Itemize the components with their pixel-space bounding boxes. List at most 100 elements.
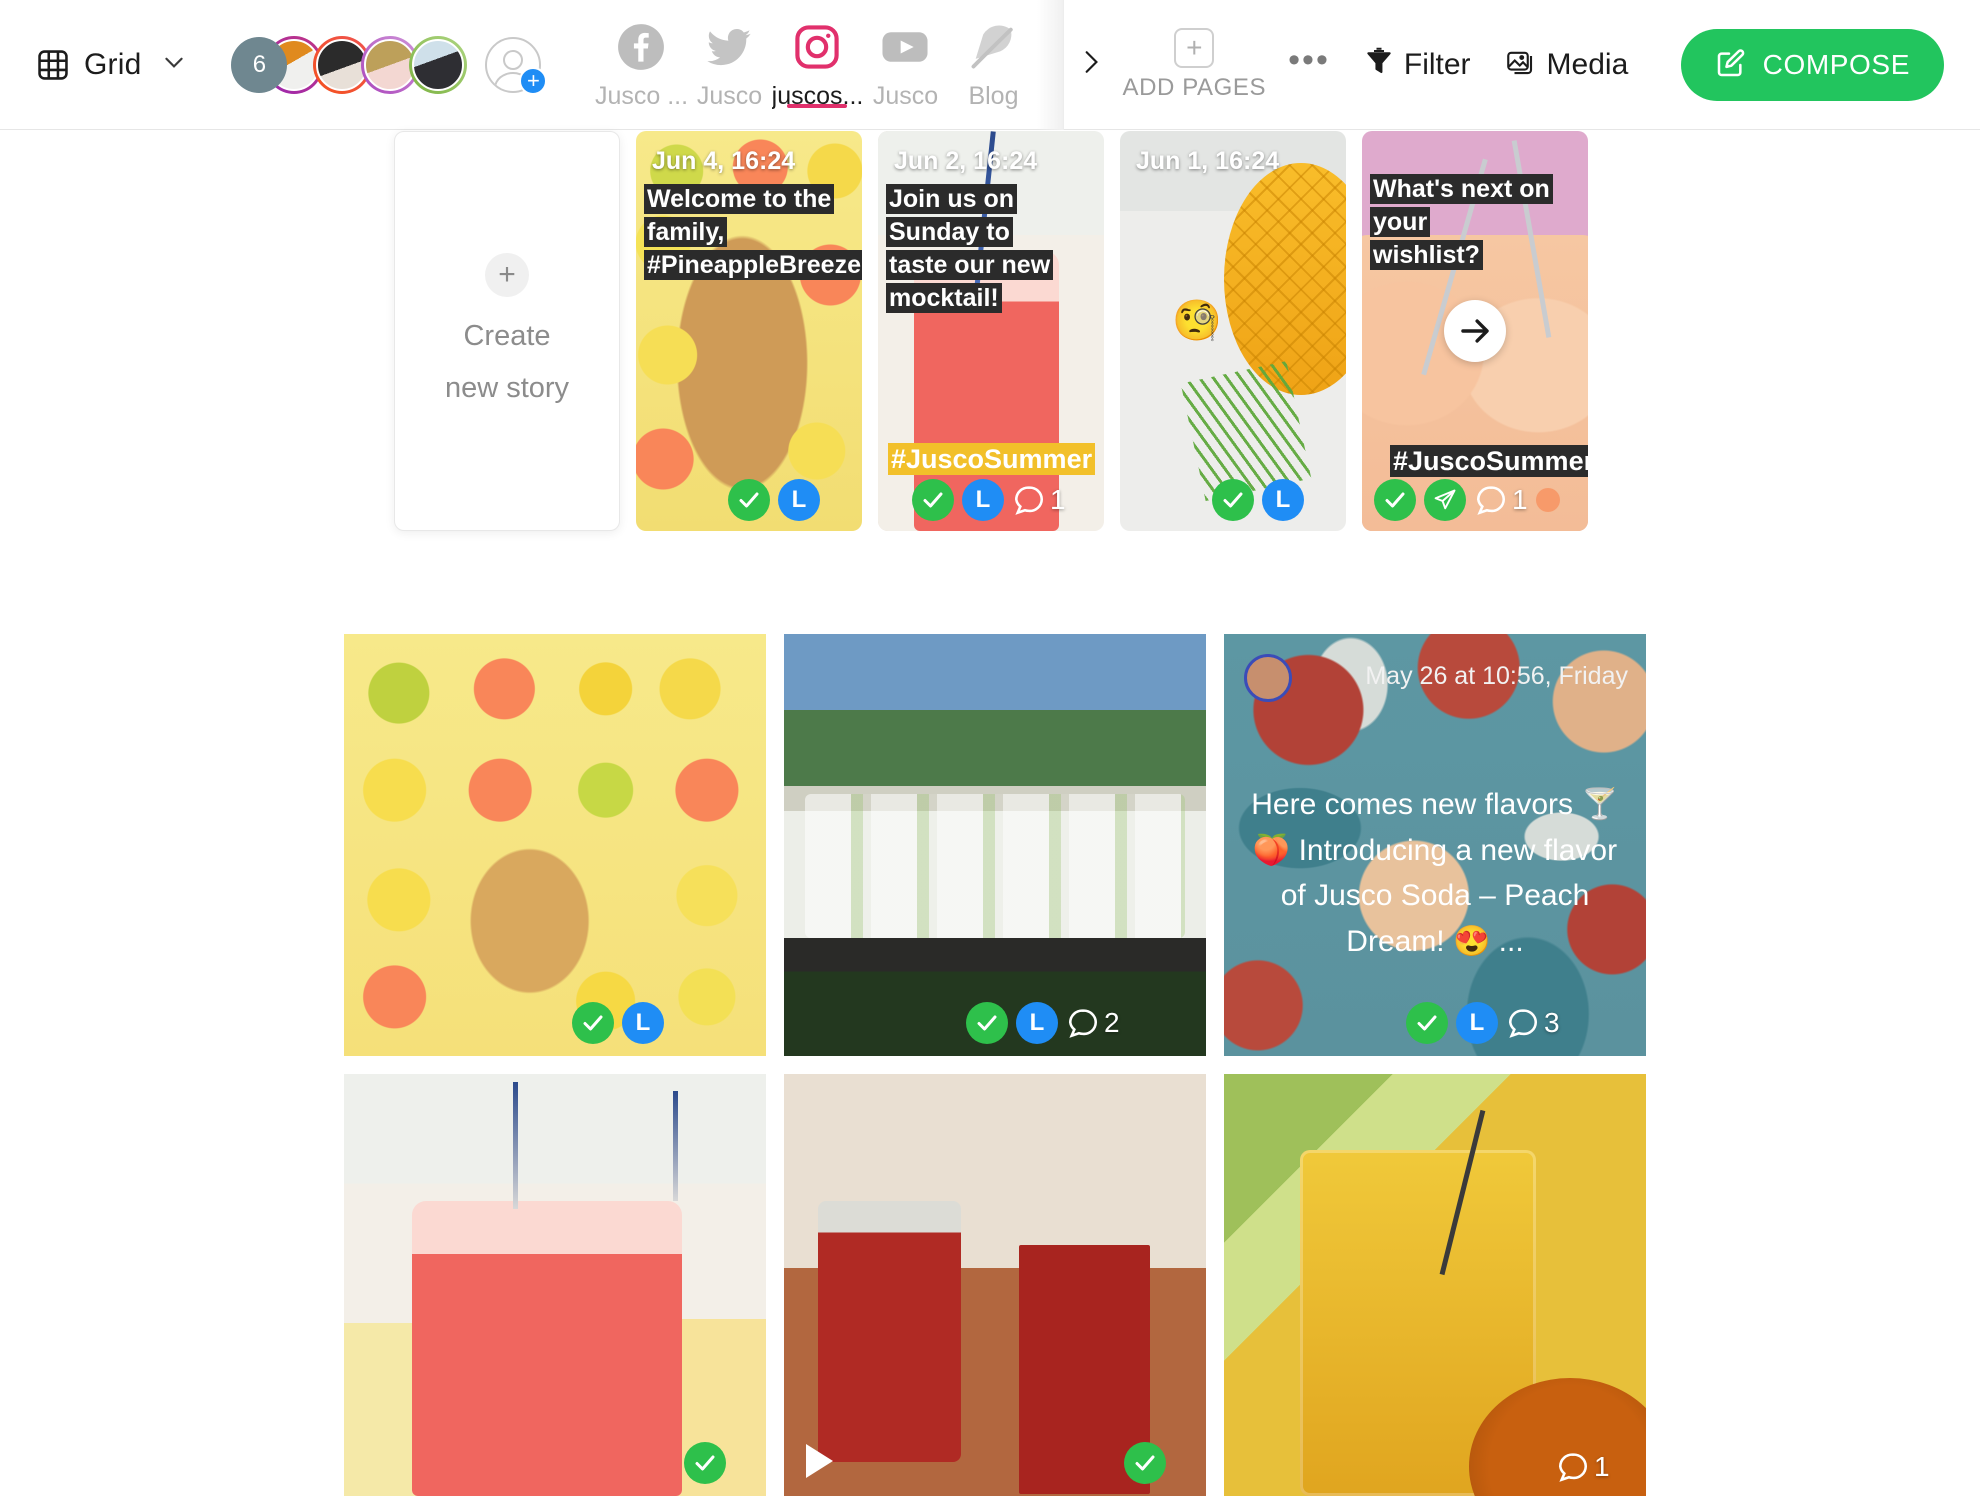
- create-new-story-card[interactable]: + Create new story: [394, 131, 620, 531]
- post-status-badges: L 3: [1406, 1002, 1560, 1044]
- story-status-badges: 1: [1374, 479, 1560, 521]
- scheduled-badge[interactable]: L: [778, 479, 820, 521]
- add-pages-label: ADD PAGES: [1122, 73, 1267, 101]
- avatar-overflow-count[interactable]: 6: [231, 36, 288, 93]
- story-date: Jun 4, 16:24: [652, 147, 796, 175]
- story-date: Jun 2, 16:24: [894, 147, 1038, 175]
- approved-check-icon[interactable]: [1374, 479, 1416, 521]
- channel-tab-twitter[interactable]: Jusco: [685, 0, 773, 130]
- approved-check-icon[interactable]: [1406, 1002, 1448, 1044]
- twitter-icon: [703, 18, 755, 76]
- story-status-badges: L: [1212, 479, 1304, 521]
- approved-check-icon[interactable]: [912, 479, 954, 521]
- comment-icon: [1014, 486, 1044, 515]
- feather-icon: [967, 18, 1019, 76]
- view-selector-label: Grid: [84, 47, 142, 81]
- post-thumbnail: [1224, 1074, 1646, 1496]
- plus-icon[interactable]: +: [519, 66, 548, 95]
- add-pages-button[interactable]: + ADD PAGES: [1122, 27, 1267, 102]
- story-status-badges: L 1: [912, 479, 1066, 521]
- comment-count[interactable]: 1: [1012, 483, 1066, 517]
- channel-tab-label: Jusco: [696, 81, 763, 110]
- approved-check-icon[interactable]: [572, 1002, 614, 1044]
- post-thumbnail: [344, 634, 766, 1056]
- post-thumbnail: [784, 1074, 1206, 1496]
- channel-tab-label: juscos...: [771, 81, 864, 110]
- filter-button[interactable]: Filter: [1364, 47, 1471, 82]
- story-hashtag: #JuscoSummer: [1390, 445, 1588, 477]
- story-caption-line: taste our new: [886, 250, 1054, 280]
- play-icon[interactable]: [806, 1444, 833, 1478]
- post-grid: L L 2 May 26 at 10:56, Friday Here comes…: [344, 634, 1646, 1496]
- youtube-icon: [879, 18, 931, 76]
- view-selector[interactable]: Grid: [36, 48, 187, 82]
- filter-icon: [1364, 47, 1394, 82]
- scheduled-badge[interactable]: L: [1456, 1002, 1498, 1044]
- comment-count[interactable]: 1: [1474, 483, 1528, 517]
- comment-count[interactable]: 1: [1556, 1450, 1610, 1484]
- approved-check-icon[interactable]: [966, 1002, 1008, 1044]
- story-emoji: 🧐: [1172, 299, 1222, 343]
- account-avatars[interactable]: 6 +: [231, 35, 548, 95]
- chevron-down-icon[interactable]: [155, 49, 187, 80]
- story-card[interactable]: Jun 2, 16:24 Join us on Sunday to taste …: [878, 131, 1104, 531]
- channel-tab-blog[interactable]: Blog: [949, 0, 1037, 130]
- post-tile[interactable]: L 2: [784, 634, 1206, 1056]
- sent-icon[interactable]: [1424, 479, 1466, 521]
- story-caption-line: What's next on your: [1370, 174, 1553, 237]
- create-story-line2: new story: [444, 372, 570, 404]
- post-tile[interactable]: [784, 1074, 1206, 1496]
- post-tile[interactable]: May 26 at 10:56, Friday Here comes new f…: [1224, 634, 1646, 1056]
- story-card[interactable]: Jun 4, 16:24 Welcome to the family, #Pin…: [636, 131, 862, 531]
- approved-check-icon[interactable]: [728, 479, 770, 521]
- media-button[interactable]: Media: [1505, 47, 1628, 82]
- plus-icon: +: [485, 252, 529, 297]
- avatar[interactable]: [1244, 654, 1292, 702]
- add-account-button[interactable]: +: [485, 36, 548, 95]
- post-tile[interactable]: L: [344, 634, 766, 1056]
- pending-dot-icon[interactable]: [1535, 488, 1560, 512]
- story-date: Jun 1, 16:24: [1136, 147, 1280, 175]
- approved-check-icon[interactable]: [1124, 1442, 1166, 1484]
- story-card[interactable]: What's next on your wishlist? #JuscoSumm…: [1362, 131, 1588, 531]
- approved-check-icon[interactable]: [1212, 479, 1254, 521]
- more-options-icon[interactable]: •••: [1288, 43, 1330, 76]
- post-status-badges: L: [572, 1002, 664, 1044]
- channel-tab-youtube[interactable]: Jusco: [861, 0, 949, 130]
- story-caption-line: Welcome to the family,: [644, 184, 835, 247]
- post-status-badges: [1124, 1442, 1166, 1484]
- comment-count-label: 2: [1104, 1007, 1120, 1038]
- comment-count[interactable]: 2: [1066, 1006, 1120, 1040]
- comment-count-label: 3: [1544, 1007, 1560, 1038]
- avatar[interactable]: [409, 35, 468, 94]
- channel-tabs: Jusco ... Jusco juscos... Jusco Blog: [595, 0, 1065, 130]
- story-caption-line: mocktail!: [886, 283, 1002, 313]
- arrow-right-icon: [1461, 319, 1489, 343]
- scheduled-badge[interactable]: L: [622, 1002, 664, 1044]
- stories-row: + Create new story Jun 4, 16:24 Welcome …: [0, 131, 1980, 571]
- approved-check-icon[interactable]: [684, 1442, 726, 1484]
- scheduled-badge[interactable]: L: [962, 479, 1004, 521]
- channel-tab-instagram[interactable]: juscos...: [771, 0, 864, 130]
- comment-icon: [1476, 486, 1506, 515]
- post-tile[interactable]: 1: [1224, 1074, 1646, 1496]
- channel-tab-label: Blog: [968, 81, 1019, 110]
- scheduled-badge[interactable]: L: [1016, 1002, 1058, 1044]
- plus-box-icon: +: [1174, 27, 1215, 68]
- post-tile[interactable]: [344, 1074, 766, 1496]
- comment-count-label: 1: [1594, 1451, 1610, 1482]
- post-date: May 26 at 10:56, Friday: [1365, 662, 1628, 690]
- channel-tab-facebook[interactable]: Jusco ...: [595, 0, 688, 130]
- scheduled-badge[interactable]: L: [1262, 479, 1304, 521]
- story-card[interactable]: Jun 1, 16:24 🧐 L: [1120, 131, 1346, 531]
- story-hashtag: #JuscoSummer: [888, 443, 1096, 475]
- grid-icon: [36, 48, 70, 82]
- comment-count[interactable]: 3: [1506, 1006, 1560, 1040]
- post-caption: Here comes new flavors 🍸 🍑 Introducing a…: [1251, 788, 1619, 958]
- story-next-arrow-button[interactable]: [1444, 300, 1506, 362]
- comment-icon: [1558, 1453, 1588, 1482]
- compose-button[interactable]: COMPOSE: [1680, 28, 1944, 101]
- comment-icon: [1508, 1009, 1538, 1038]
- channels-next-icon[interactable]: [1064, 47, 1104, 82]
- filter-label: Filter: [1403, 47, 1471, 81]
